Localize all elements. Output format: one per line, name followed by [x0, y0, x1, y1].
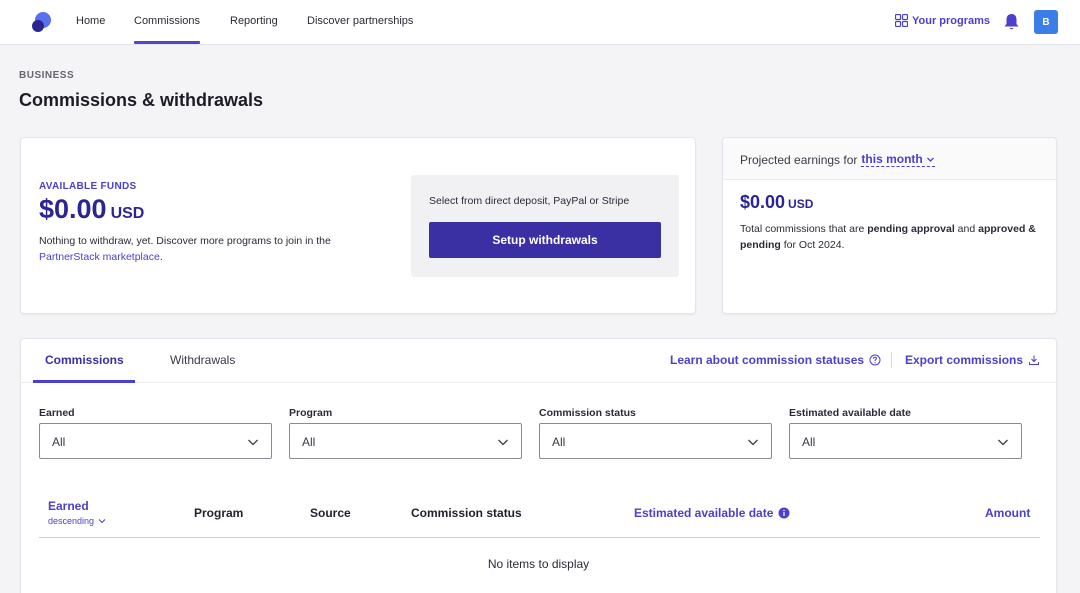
- available-funds-amount: $0.00 USD: [39, 194, 144, 225]
- funds-desc-text: Nothing to withdraw, yet. Discover more …: [39, 235, 331, 247]
- your-programs-label: Your programs: [912, 14, 991, 27]
- top-nav: Home Commissions Reporting Discover part…: [0, 0, 1080, 45]
- page-title: Commissions & withdrawals: [19, 90, 264, 110]
- learn-link-label: Learn about commission statuses: [670, 353, 865, 367]
- filter-program-value: All: [302, 435, 316, 449]
- nav-commissions[interactable]: Commissions: [134, 15, 200, 27]
- chevron-down-icon: [498, 439, 508, 446]
- projected-earnings-card: Projected earnings for this month $0.00 …: [722, 137, 1057, 314]
- nav-home[interactable]: Home: [76, 15, 105, 27]
- filter-status-value: All: [552, 435, 566, 449]
- chevron-down-icon: [748, 439, 758, 446]
- filter-date-value: All: [802, 435, 816, 449]
- column-commission-status: Commission status: [411, 506, 522, 520]
- nav-discover-partnerships[interactable]: Discover partnerships: [307, 15, 413, 27]
- withdraw-hint: Select from direct deposit, PayPal or St…: [429, 195, 630, 207]
- proj-desc-bold-1: pending approval: [867, 223, 955, 235]
- filter-program-label: Program: [289, 407, 333, 419]
- learn-commission-statuses-link[interactable]: Learn about commission statuses: [670, 353, 881, 367]
- projected-earnings-heading: Projected earnings for this month: [740, 152, 935, 167]
- chevron-down-icon: [998, 439, 1008, 446]
- withdraw-setup-panel: Select from direct deposit, PayPal or St…: [411, 175, 679, 277]
- tabs-divider: [21, 382, 1056, 383]
- commissions-table-card: Commissions Withdrawals Learn about comm…: [20, 338, 1057, 593]
- nav-reporting[interactable]: Reporting: [230, 15, 278, 27]
- proj-desc-part-3: for Oct 2024.: [783, 238, 845, 251]
- filter-status-label: Commission status: [539, 407, 636, 419]
- grid-icon: [895, 14, 908, 27]
- filter-earned-select[interactable]: All: [39, 423, 272, 459]
- tab-withdrawals[interactable]: Withdrawals: [170, 353, 235, 367]
- tab-active-indicator: [33, 380, 135, 383]
- table-header-divider: [39, 537, 1040, 538]
- avatar[interactable]: B: [1034, 10, 1058, 34]
- info-icon[interactable]: [778, 507, 790, 519]
- empty-state-text: No items to display: [487, 557, 590, 571]
- projected-amount: $0.00 USD: [740, 192, 813, 213]
- projected-earnings-header: Projected earnings for this month: [723, 138, 1056, 180]
- projected-amount-value: $0.00: [740, 192, 786, 212]
- chevron-down-icon: [926, 157, 934, 162]
- sort-order-label: descending: [48, 516, 95, 526]
- header-links-separator: [891, 352, 892, 368]
- setup-withdrawals-button[interactable]: Setup withdrawals: [429, 222, 661, 258]
- your-programs-button[interactable]: Your programs: [895, 14, 990, 27]
- funds-amount-value: $0.00: [39, 194, 107, 224]
- period-dropdown-value: this month: [861, 152, 923, 166]
- tab-commissions[interactable]: Commissions: [45, 353, 124, 367]
- proj-desc-part-2: and: [957, 223, 976, 235]
- chevron-down-icon: [98, 519, 106, 524]
- available-funds-label: AVAILABLE FUNDS: [39, 181, 137, 192]
- partnerstack-logo-icon[interactable]: [30, 11, 52, 33]
- proj-desc-part-1: Total commissions that are: [740, 223, 865, 235]
- filter-program-select[interactable]: All: [289, 423, 522, 459]
- projected-currency: USD: [788, 197, 814, 211]
- filter-date-label: Estimated available date: [789, 407, 911, 419]
- filter-earned-label: Earned: [39, 407, 75, 419]
- filter-earned-value: All: [52, 435, 66, 449]
- funds-currency: USD: [110, 205, 145, 222]
- nav-active-indicator: [134, 41, 200, 44]
- projected-description: Total commissions that are pending appro…: [740, 222, 1045, 253]
- download-icon: [1029, 355, 1040, 365]
- bell-icon[interactable]: [1003, 13, 1020, 31]
- column-earned[interactable]: Earned: [48, 499, 89, 513]
- help-circle-icon: [869, 354, 881, 366]
- period-dropdown[interactable]: this month: [861, 152, 935, 167]
- marketplace-link[interactable]: PartnerStack marketplace: [39, 251, 160, 263]
- filter-date-select[interactable]: All: [789, 423, 1022, 459]
- column-amount[interactable]: Amount: [985, 506, 1030, 520]
- column-source: Source: [310, 506, 351, 520]
- funds-desc-suffix: .: [159, 250, 163, 263]
- export-commissions-link[interactable]: Export commissions: [905, 353, 1040, 367]
- funds-description: Nothing to withdraw, yet. Discover more …: [39, 234, 379, 265]
- projected-heading-label: Projected earnings for: [740, 152, 858, 167]
- sort-order-toggle[interactable]: descending: [48, 516, 106, 526]
- page-eyebrow: BUSINESS: [19, 70, 75, 81]
- chevron-down-icon: [248, 439, 258, 446]
- export-link-label: Export commissions: [905, 353, 1024, 367]
- filter-status-select[interactable]: All: [539, 423, 772, 459]
- column-program: Program: [194, 506, 244, 520]
- column-date-label: Estimated available date: [634, 506, 774, 520]
- available-funds-card: AVAILABLE FUNDS $0.00 USD Nothing to wit…: [20, 137, 696, 314]
- column-estimated-available-date[interactable]: Estimated available date: [634, 506, 790, 520]
